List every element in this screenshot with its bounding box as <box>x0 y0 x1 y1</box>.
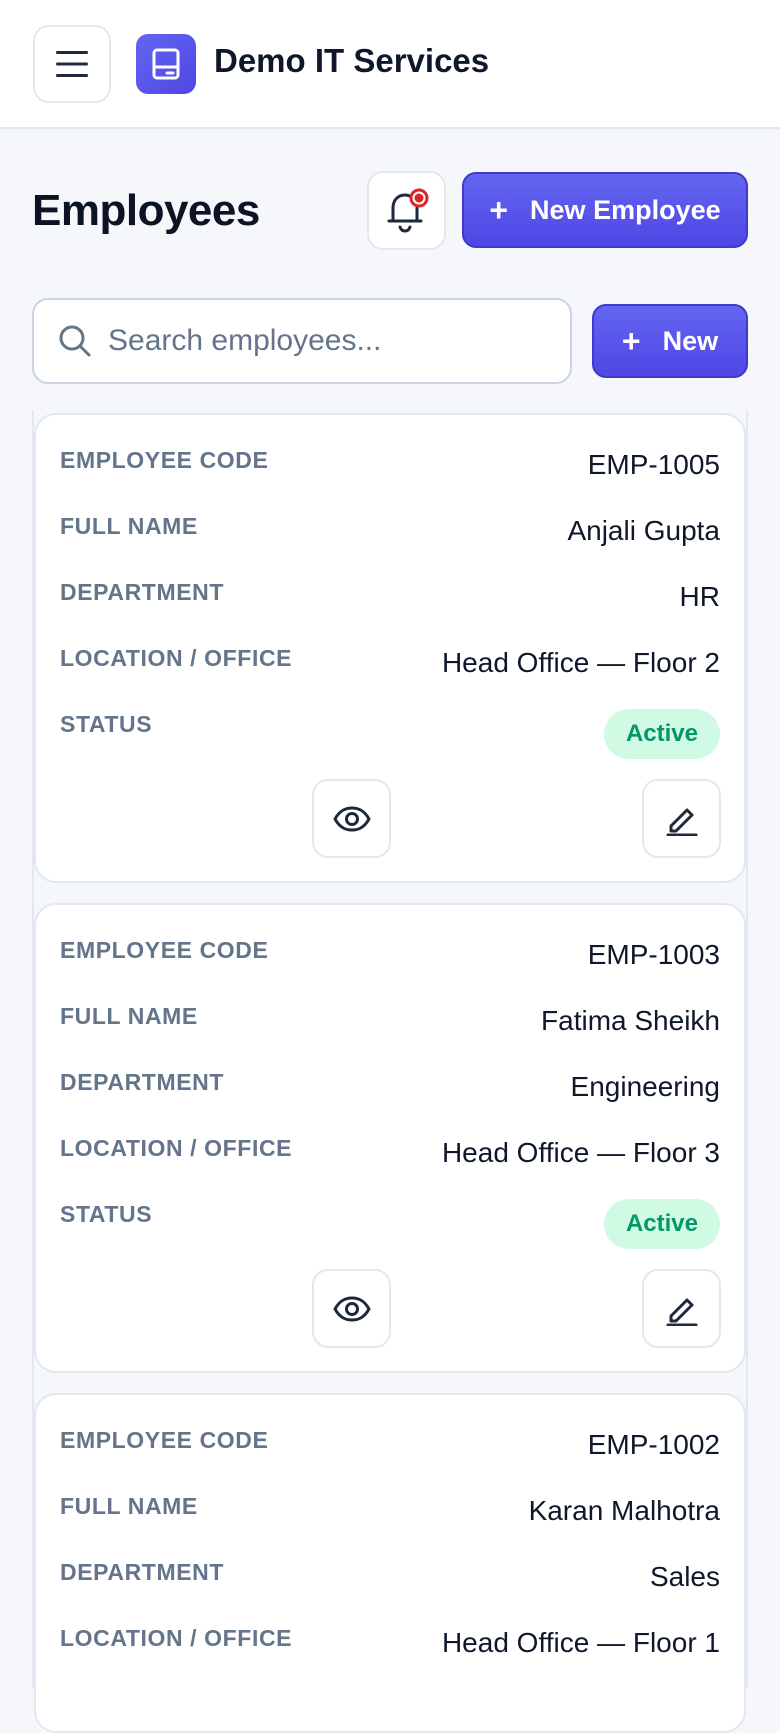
department-label: DEPARTMENT <box>60 1069 225 1095</box>
department-value: Sales <box>649 1561 720 1592</box>
status-badge: Active <box>603 709 720 759</box>
status-label: STATUS <box>60 1201 153 1227</box>
employee-card: EMPLOYEE CODE EMP-1002 FULL NAME Karan M… <box>34 1393 746 1733</box>
notifications-button[interactable] <box>367 171 446 250</box>
employee-code-value: EMP-1002 <box>587 1429 720 1460</box>
employee-code-value: EMP-1005 <box>587 449 720 480</box>
hamburger-menu-icon <box>56 51 88 77</box>
status-badge: Active <box>603 1199 720 1249</box>
edit-icon <box>666 1298 697 1326</box>
employee-card: EMPLOYEE CODE EMP-1005 FULL NAME Anjali … <box>34 413 746 883</box>
employee-code-label: EMPLOYEE CODE <box>60 937 269 963</box>
eye-icon <box>333 1296 370 1321</box>
bell-icon <box>387 188 428 233</box>
location-value: Head Office — Floor 1 <box>441 1627 720 1658</box>
edit-button[interactable] <box>642 779 721 858</box>
brand-name: Demo IT Services <box>214 42 490 79</box>
new-label: New <box>662 325 719 356</box>
location-label: LOCATION / OFFICE <box>60 1625 293 1651</box>
full-name-value: Karan Malhotra <box>528 1495 720 1526</box>
full-name-value: Fatima Sheikh <box>541 1005 720 1036</box>
notification-dot <box>414 193 423 202</box>
department-value: HR <box>679 581 720 612</box>
server-icon <box>152 48 180 80</box>
location-value: Head Office — Floor 3 <box>441 1137 720 1168</box>
employee-code-value: EMP-1003 <box>587 939 720 970</box>
view-button[interactable] <box>312 779 391 858</box>
department-label: DEPARTMENT <box>60 579 225 605</box>
view-button[interactable] <box>312 1269 391 1348</box>
location-value: Head Office — Floor 2 <box>441 647 720 678</box>
employee-code-label: EMPLOYEE CODE <box>60 447 269 473</box>
new-employee-button[interactable]: + New Employee <box>462 172 748 248</box>
new-employee-label: New Employee <box>530 194 721 225</box>
search-input[interactable] <box>108 324 548 358</box>
location-label: LOCATION / OFFICE <box>60 645 293 671</box>
new-button[interactable]: + New <box>592 304 748 378</box>
search-icon <box>58 324 92 358</box>
menu-button[interactable] <box>33 25 111 103</box>
location-label: LOCATION / OFFICE <box>60 1135 293 1161</box>
plus-icon: + <box>621 323 641 359</box>
full-name-value: Anjali Gupta <box>567 515 720 546</box>
full-name-label: FULL NAME <box>60 1493 198 1519</box>
search-box[interactable] <box>32 298 572 384</box>
top-bar: Demo IT Services <box>0 0 780 129</box>
eye-icon <box>333 806 370 831</box>
plus-icon: + <box>489 192 509 228</box>
status-label: STATUS <box>60 711 153 737</box>
full-name-label: FULL NAME <box>60 1003 198 1029</box>
employee-code-label: EMPLOYEE CODE <box>60 1427 269 1453</box>
edit-icon <box>666 808 697 836</box>
employee-card: EMPLOYEE CODE EMP-1003 FULL NAME Fatima … <box>34 903 746 1373</box>
department-label: DEPARTMENT <box>60 1559 225 1585</box>
full-name-label: FULL NAME <box>60 513 198 539</box>
brand-logo <box>136 34 196 94</box>
edit-button[interactable] <box>642 1269 721 1348</box>
page-title: Employees <box>32 186 260 235</box>
department-value: Engineering <box>570 1071 720 1102</box>
